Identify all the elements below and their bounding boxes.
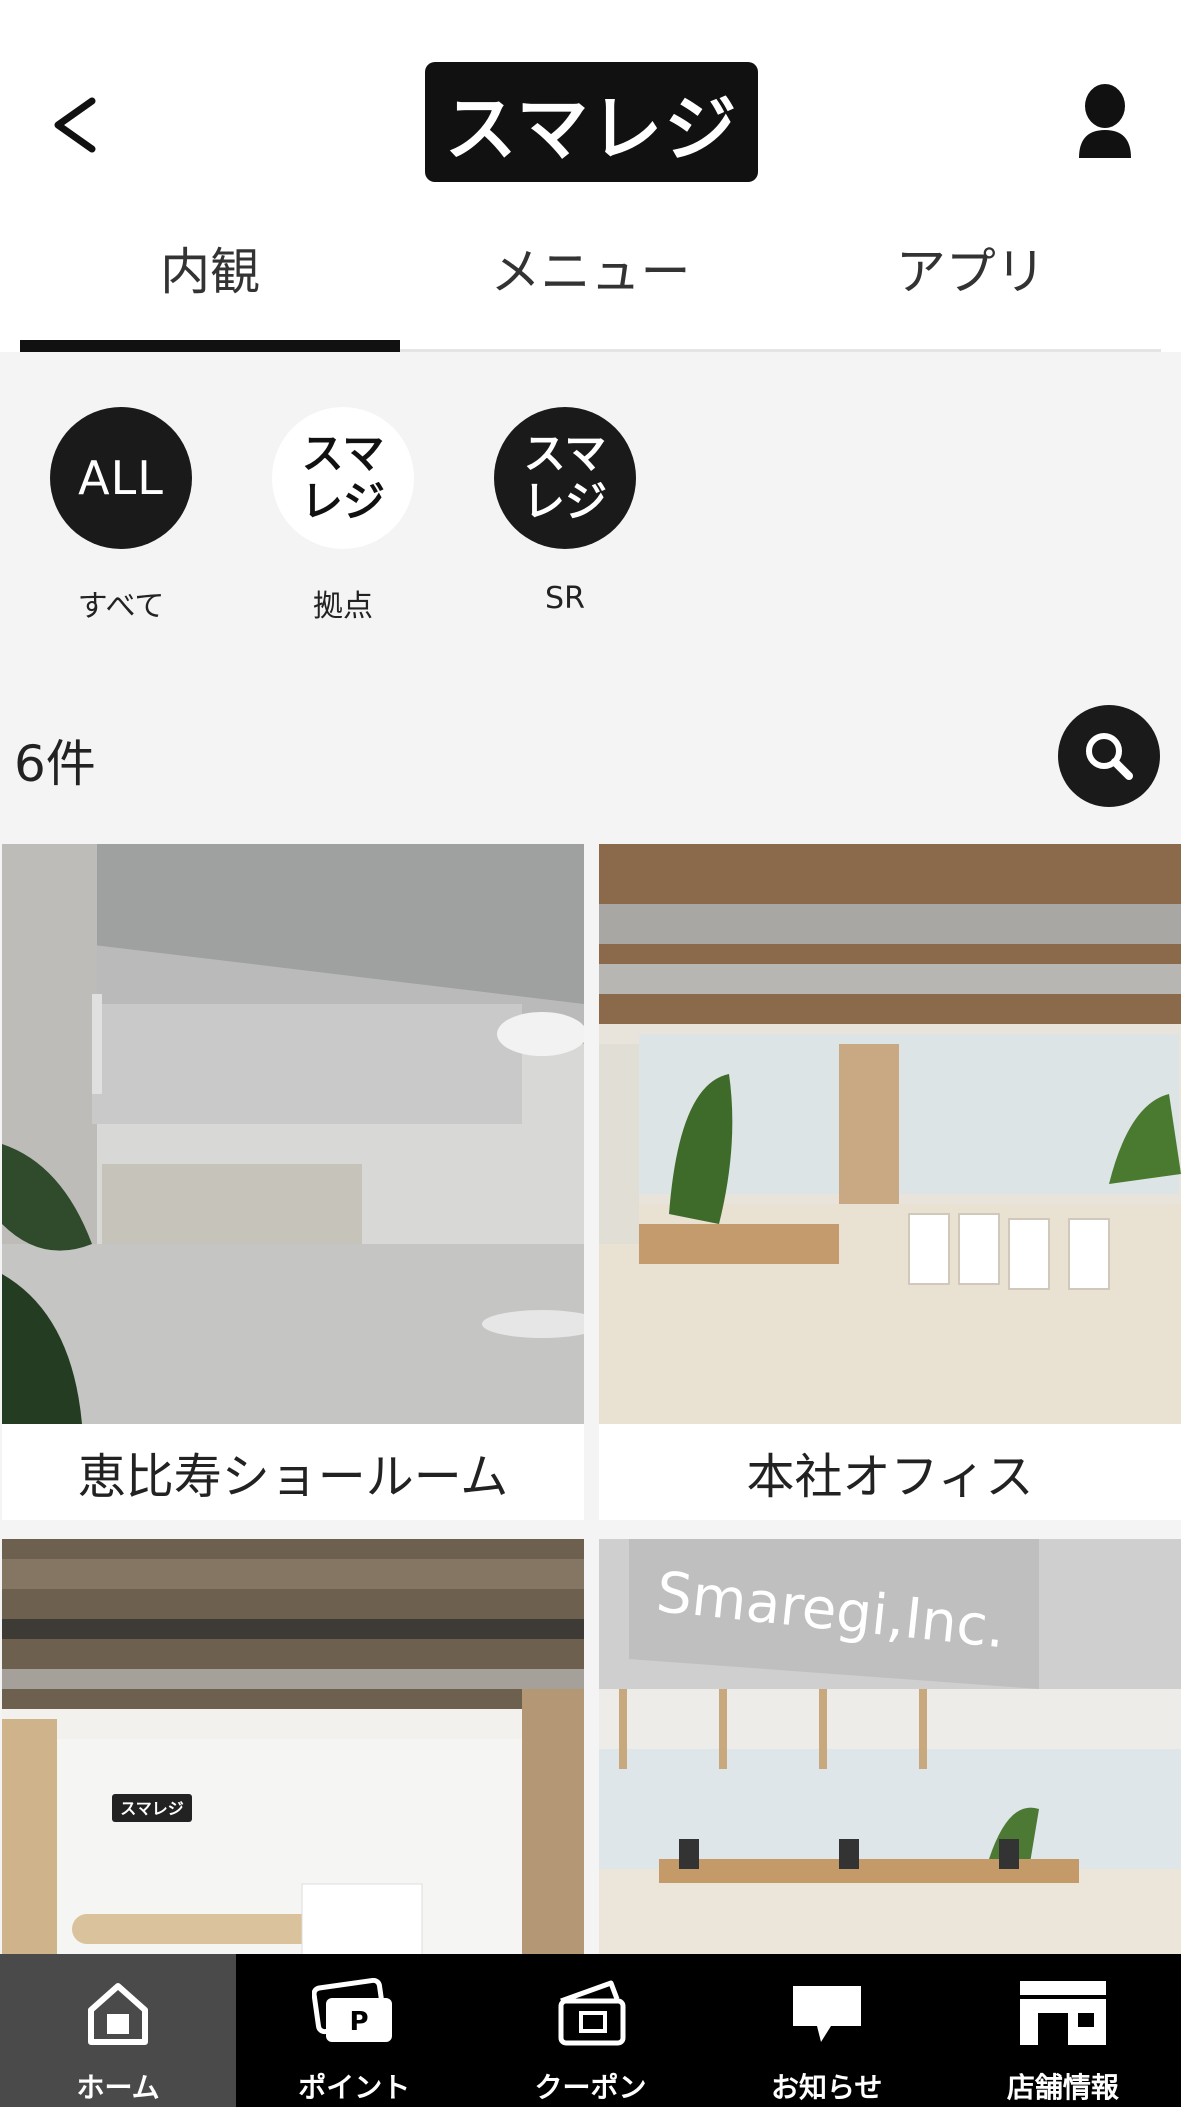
category-base[interactable]: スマレジ 拠点: [272, 407, 414, 682]
category-label: SR: [545, 581, 585, 616]
tab-interior[interactable]: 内観: [20, 210, 401, 352]
coupon-icon: [546, 1972, 636, 2054]
gallery-caption: 本社オフィス: [599, 1424, 1181, 1520]
tab-app[interactable]: アプリ: [781, 210, 1161, 349]
gallery-photo: [2, 844, 584, 1424]
message-icon: [782, 1972, 872, 2054]
gallery-photo: [599, 844, 1181, 1424]
category-filter: ALL すべて スマレジ 拠点 スマレジ SR: [0, 352, 1181, 682]
sign-text: スマレジ: [120, 1799, 184, 1818]
result-count: 6件: [14, 735, 96, 793]
gallery-grid: 恵比寿ショールーム 本社オフィス スマレジ Smaregi,Inc.: [0, 842, 1181, 2107]
brand-logo: スマレジ: [425, 62, 758, 182]
nav-home[interactable]: ホーム: [0, 1954, 237, 2107]
tab-menu[interactable]: メニュー: [400, 210, 780, 349]
gallery-card[interactable]: 本社オフィス: [599, 844, 1181, 1520]
brand-logo-text: スマレジ: [444, 86, 739, 171]
bottom-nav: ホーム P ポイント クーポン お知らせ 店舗情報: [0, 1954, 1181, 2107]
gallery-caption: 恵比寿ショールーム: [2, 1424, 584, 1520]
category-all[interactable]: ALL すべて: [50, 407, 192, 682]
result-bar: 6件: [0, 682, 1181, 842]
category-sr[interactable]: スマレジ SR: [494, 407, 636, 682]
category-label: 拠点: [313, 589, 373, 624]
account-button[interactable]: [1075, 82, 1135, 162]
category-sr-logo: スマレジ: [494, 407, 636, 549]
category-all-circle: ALL: [50, 407, 192, 549]
tab-bar: 内観 メニュー アプリ: [20, 210, 1161, 352]
user-icon: [1079, 84, 1131, 158]
nav-store-info[interactable]: 店舗情報: [945, 1954, 1181, 2107]
app-header: スマレジ: [0, 0, 1181, 210]
category-base-logo: スマレジ: [272, 407, 414, 549]
chevron-left-icon: [54, 97, 96, 153]
nav-point[interactable]: P ポイント: [236, 1954, 472, 2107]
nav-news[interactable]: お知らせ: [709, 1954, 945, 2107]
nav-coupon[interactable]: クーポン: [472, 1954, 708, 2107]
store-icon: [1018, 1972, 1108, 2054]
back-button[interactable]: [40, 80, 110, 170]
svg-text:P: P: [350, 2007, 369, 2037]
search-button[interactable]: [1058, 705, 1160, 807]
category-label: すべて: [77, 589, 165, 624]
home-icon: [73, 1972, 163, 2054]
search-icon: [1086, 733, 1133, 780]
point-card-icon: P: [309, 1972, 399, 2054]
gallery-card[interactable]: 恵比寿ショールーム: [2, 844, 584, 1520]
